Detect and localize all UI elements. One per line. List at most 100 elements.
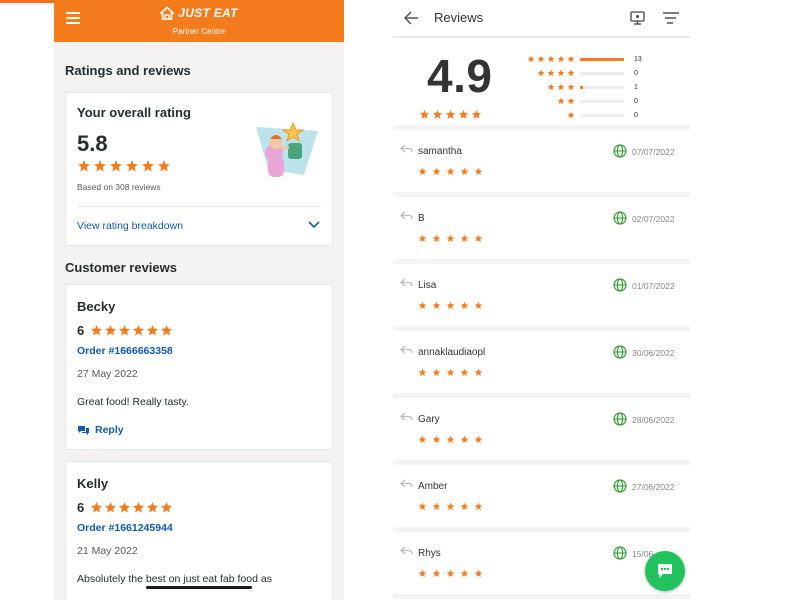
star-icon: [109, 159, 123, 173]
order-link[interactable]: Order #1661245944: [77, 522, 173, 534]
star-icon: [432, 301, 441, 310]
reviews-title: Reviews: [434, 10, 484, 25]
review-row[interactable]: annaklaudiaopl 30/06/2022: [393, 336, 690, 398]
star-icon: [446, 234, 455, 243]
review-row[interactable]: Lisa 01/07/2022: [393, 269, 690, 331]
distribution-stars: [511, 83, 575, 91]
reply-label: Reply: [95, 424, 124, 436]
review-score-row: 6: [77, 500, 173, 515]
star-icon: [458, 109, 469, 120]
star-icon: [418, 368, 427, 377]
review-card: Becky 6 Order #1666663358 27 May 2022 Gr…: [65, 284, 333, 450]
chevron-down-icon[interactable]: [308, 220, 320, 230]
reply-arrow-icon[interactable]: [400, 278, 413, 288]
distribution-stars: [511, 69, 575, 77]
chat-bubble-icon: [658, 564, 672, 578]
globe-web-icon: [613, 345, 627, 359]
reply-arrow-icon[interactable]: [400, 211, 413, 221]
star-icon: [557, 97, 565, 105]
star-icon: [418, 234, 427, 243]
distribution-bar: [580, 85, 624, 89]
review-score-row: 6: [77, 323, 173, 338]
overall-score: 5.8: [77, 131, 108, 156]
star-icon: [474, 234, 483, 243]
distribution-fill: [580, 85, 584, 89]
review-row[interactable]: Gary 28/06/2022: [393, 403, 690, 465]
reviewer-name: Rhys: [418, 548, 441, 559]
reply-arrow-icon[interactable]: [400, 412, 413, 422]
reply-arrow-icon[interactable]: [400, 546, 413, 556]
review-stars: [418, 435, 483, 444]
review-stars: [418, 234, 483, 243]
view-rating-breakdown-link[interactable]: View rating breakdown: [77, 220, 183, 232]
ratings-section-title: Ratings and reviews: [65, 63, 191, 78]
star-icon: [537, 55, 545, 63]
review-date: 30/06/2022: [632, 348, 675, 358]
star-icon: [90, 501, 103, 514]
review-date: 21 May 2022: [77, 545, 138, 557]
rating-summary: 4.9 13 0 1 0 0: [393, 38, 690, 130]
average-stars: [419, 109, 482, 120]
star-icon: [547, 55, 555, 63]
distribution-row-5: 13: [511, 54, 644, 64]
globe-web-icon: [613, 412, 627, 426]
star-icon: [557, 83, 565, 91]
review-comment: Absolutely the best on just eat fab food…: [77, 573, 272, 585]
review-comment: Great food! Really tasty.: [77, 396, 189, 408]
order-link[interactable]: Order #1666663358: [77, 345, 173, 357]
reviewer-name: Becky: [77, 299, 116, 314]
star-icon: [557, 55, 565, 63]
star-icon: [432, 569, 441, 578]
star-icon: [146, 324, 159, 337]
review-row[interactable]: B 02/07/2022: [393, 202, 690, 264]
star-icon: [157, 159, 171, 173]
star-icon: [125, 159, 139, 173]
overall-stars: [77, 159, 171, 173]
reply-arrow-icon[interactable]: [400, 479, 413, 489]
reply-arrow-icon[interactable]: [400, 345, 413, 355]
star-icon: [446, 435, 455, 444]
star-icon: [547, 83, 555, 91]
distribution-bar: [580, 71, 624, 75]
star-icon: [460, 301, 469, 310]
back-arrow-icon[interactable]: [403, 11, 419, 25]
reviewer-name: Amber: [418, 481, 448, 492]
reply-button[interactable]: Reply: [77, 424, 124, 436]
distribution-fill: [580, 57, 624, 61]
review-date: 02/07/2022: [632, 214, 675, 224]
review-stars: [418, 167, 483, 176]
star-icon: [418, 502, 427, 511]
reviewer-name: Gary: [418, 414, 440, 425]
star-icon: [567, 83, 575, 91]
globe-web-icon: [613, 144, 627, 158]
star-icon: [104, 501, 117, 514]
reply-chat-icon: [78, 425, 89, 435]
star-icon: [474, 569, 483, 578]
star-icon: [432, 234, 441, 243]
distribution-bar: [580, 99, 624, 103]
rating-illustration: [256, 121, 318, 177]
distribution-row-1: 0: [511, 110, 644, 120]
star-icon: [474, 502, 483, 511]
whatsapp-chat-button[interactable]: [645, 551, 685, 591]
globe-web-icon: [613, 546, 627, 560]
star-icon: [418, 167, 427, 176]
star-icon: [432, 502, 441, 511]
review-date: 07/07/2022: [632, 147, 675, 157]
filter-sort-icon[interactable]: [662, 11, 680, 25]
monitor-icon[interactable]: [630, 11, 645, 25]
distribution-count: 0: [634, 69, 638, 77]
reply-arrow-icon[interactable]: [400, 144, 413, 154]
distribution-stars: [511, 55, 575, 63]
star-icon: [77, 159, 91, 173]
star-icon: [432, 435, 441, 444]
star-icon: [547, 69, 555, 77]
home-indicator: [146, 586, 252, 589]
distribution-bar: [580, 57, 624, 61]
star-icon: [471, 109, 482, 120]
review-row[interactable]: Amber 27/06/2022: [393, 470, 690, 532]
distribution-count: 0: [634, 111, 638, 119]
review-row[interactable]: samantha 07/07/2022: [393, 135, 690, 197]
reviewer-name: samantha: [418, 146, 462, 157]
distribution-stars: [511, 97, 575, 105]
